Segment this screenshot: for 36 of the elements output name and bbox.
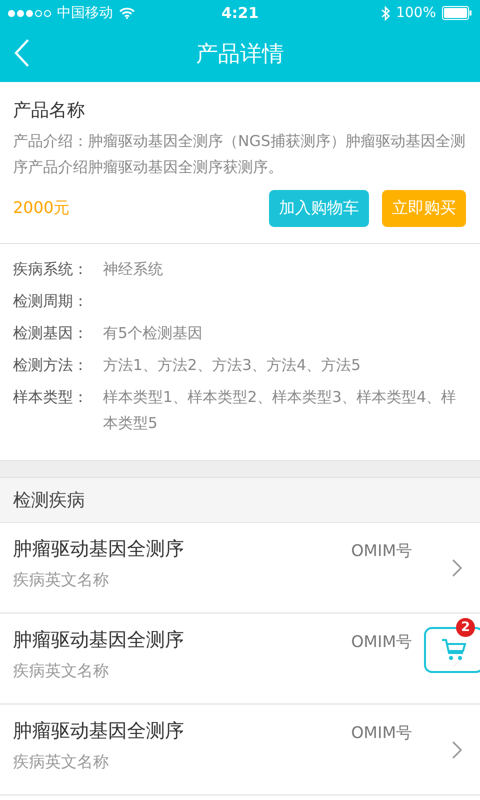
detail-label: 检测方法： [13,355,89,376]
omim-number: OMIM号 [351,723,412,744]
chevron-right-icon [452,558,462,576]
disease-english-name: 疾病英文名称 [13,661,110,682]
detail-value: 有5个检测基因 [103,323,203,344]
section-title: 检测疾病 [13,490,85,511]
omim-number: OMIM号 [351,541,412,562]
cart-icon [441,638,467,662]
clock-time: 4:21 [221,4,259,22]
detail-value: 样本类型1、样本类型2、样本类型3、样本类型4、样本类型5 [103,387,458,434]
disease-name: 肿瘤驱动基因全测序 [13,537,185,562]
disease-english-name: 疾病英文名称 [13,570,110,591]
omim-number: OMIM号 [351,632,412,653]
detail-value: 方法1、方法2、方法3、方法4、方法5 [103,355,361,376]
page-title: 产品详情 [196,41,284,69]
carrier-name: 中国移动 [57,4,113,22]
add-to-cart-button[interactable]: 加入购物车 [269,190,369,227]
detail-label: 样本类型： [13,387,89,408]
detail-label: 疾病系统： [13,259,89,280]
disease-english-name: 疾病英文名称 [13,752,110,773]
disease-name: 肿瘤驱动基因全测序 [13,719,185,744]
cart-count-badge: 2 [456,618,475,637]
product-description: 产品介绍：肿瘤驱动基因全测序（NGS捕获测序）肿瘤驱动基因全测序产品介绍肿瘤驱动基因全测序获测序。 [13,131,466,178]
bluetooth-icon [380,6,390,20]
detail-label: 检测基因： [13,323,89,344]
wifi-icon [119,7,135,19]
battery-icon [442,6,472,20]
detail-label: 检测周期： [13,291,89,312]
detail-value: 神经系统 [103,259,163,280]
signal-icon [8,10,51,16]
product-price: 2000元 [13,198,70,219]
product-name: 产品名称 [13,99,86,122]
disease-name: 肿瘤驱动基因全测序 [13,628,185,653]
battery-percent: 100% [396,5,436,21]
chevron-right-icon [452,740,462,758]
buy-now-button[interactable]: 立即购买 [382,190,466,227]
